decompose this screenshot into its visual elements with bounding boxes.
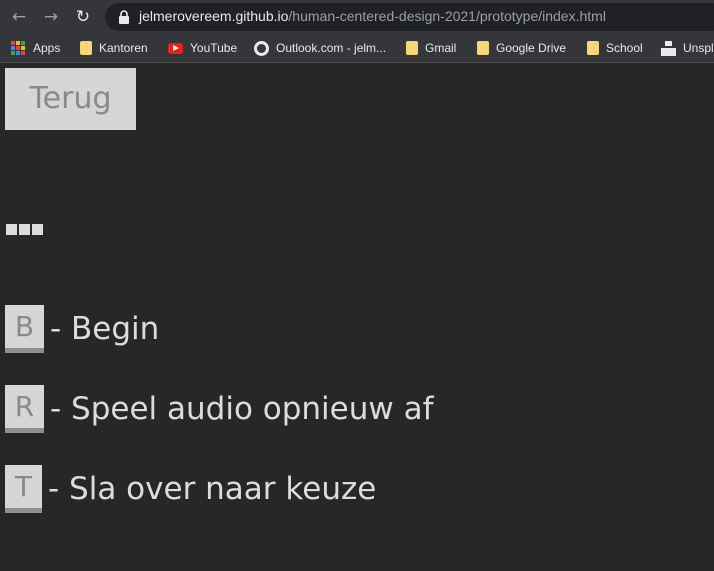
bookmark-gmail[interactable]: Gmail (406, 34, 456, 62)
bookmark-apps[interactable]: Apps (11, 34, 60, 62)
bookmark-label: Outlook.com - jelm... (276, 41, 387, 55)
address-bar[interactable]: jelmerovereem.github.io/human-centered-d… (105, 3, 714, 31)
shortcut-description: - Sla over naar keuze (48, 471, 377, 507)
apps-grid-icon (11, 40, 26, 56)
youtube-icon (168, 42, 183, 54)
loading-dots (6, 224, 45, 235)
folder-icon (406, 41, 418, 55)
shortcut-replay-audio: R - Speel audio opnieuw af (5, 385, 434, 433)
lock-icon (119, 10, 129, 24)
shortcut-description: - Begin (50, 311, 160, 347)
bookmark-label: Unspl (683, 41, 714, 55)
key-b[interactable]: B (5, 305, 44, 353)
terug-button[interactable]: Terug (5, 68, 136, 130)
globe-icon (254, 40, 269, 56)
browser-toolbar: ← → ↻ jelmerovereem.github.io/human-cent… (0, 0, 714, 34)
bookmark-label: Gmail (425, 41, 457, 55)
reload-icon[interactable]: ↻ (72, 6, 94, 28)
bookmark-google-drive[interactable]: Google Drive (477, 34, 566, 62)
url-text: jelmerovereem.github.io/human-centered-d… (139, 8, 606, 24)
bookmark-label: Kantoren (99, 41, 148, 55)
bookmark-unsplash[interactable]: Unspl (661, 34, 714, 62)
unsplash-icon (661, 40, 676, 56)
bookmark-kantoren[interactable]: Kantoren (80, 34, 148, 62)
bookmark-label: Apps (33, 41, 61, 55)
folder-icon (80, 41, 92, 55)
shortcut-begin: B - Begin (5, 305, 159, 353)
key-r[interactable]: R (5, 385, 44, 433)
bookmark-label: School (606, 41, 643, 55)
folder-icon (587, 41, 599, 55)
shortcut-description: - Speel audio opnieuw af (50, 391, 434, 427)
dot (32, 224, 43, 235)
bookmark-label: YouTube (190, 41, 238, 55)
url-host: jelmerovereem.github.io (139, 8, 289, 24)
forward-arrow-icon[interactable]: → (40, 6, 62, 28)
url-path: /human-centered-design-2021/prototype/in… (288, 8, 606, 24)
shortcut-skip-to-choice: T - Sla over naar keuze (5, 465, 376, 513)
bookmark-label: Google Drive (496, 41, 567, 55)
key-t[interactable]: T (5, 465, 42, 513)
bookmark-youtube[interactable]: YouTube (168, 34, 237, 62)
back-arrow-icon[interactable]: ← (8, 6, 30, 28)
bookmarks-bar: Apps Kantoren YouTube Outlook.com - jelm… (0, 34, 714, 63)
bookmark-outlook[interactable]: Outlook.com - jelm... (254, 34, 386, 62)
folder-icon (477, 41, 489, 55)
dot (6, 224, 17, 235)
bookmark-school[interactable]: School (587, 34, 643, 62)
dot (19, 224, 30, 235)
